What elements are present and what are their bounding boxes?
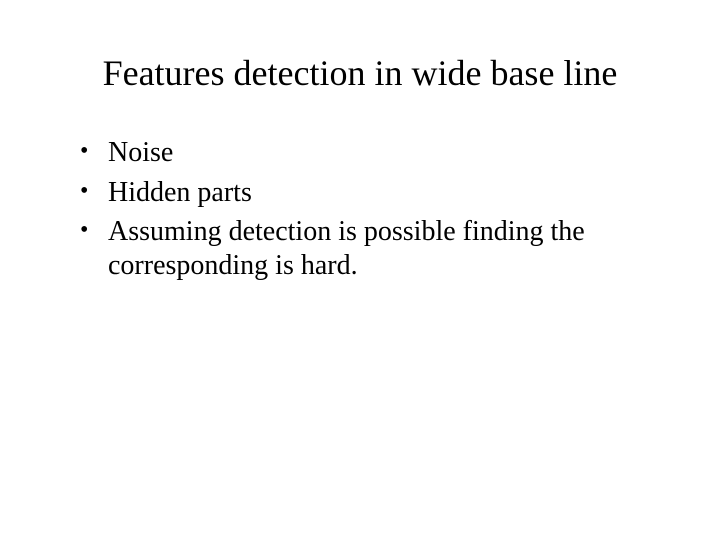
list-item: Assuming detection is possible finding t… — [80, 215, 670, 282]
list-item: Hidden parts — [80, 176, 670, 210]
slide: Features detection in wide base line Noi… — [0, 0, 720, 540]
slide-title: Features detection in wide base line — [50, 52, 670, 94]
list-item: Noise — [80, 136, 670, 170]
bullet-list: Noise Hidden parts Assuming detection is… — [80, 136, 670, 288]
